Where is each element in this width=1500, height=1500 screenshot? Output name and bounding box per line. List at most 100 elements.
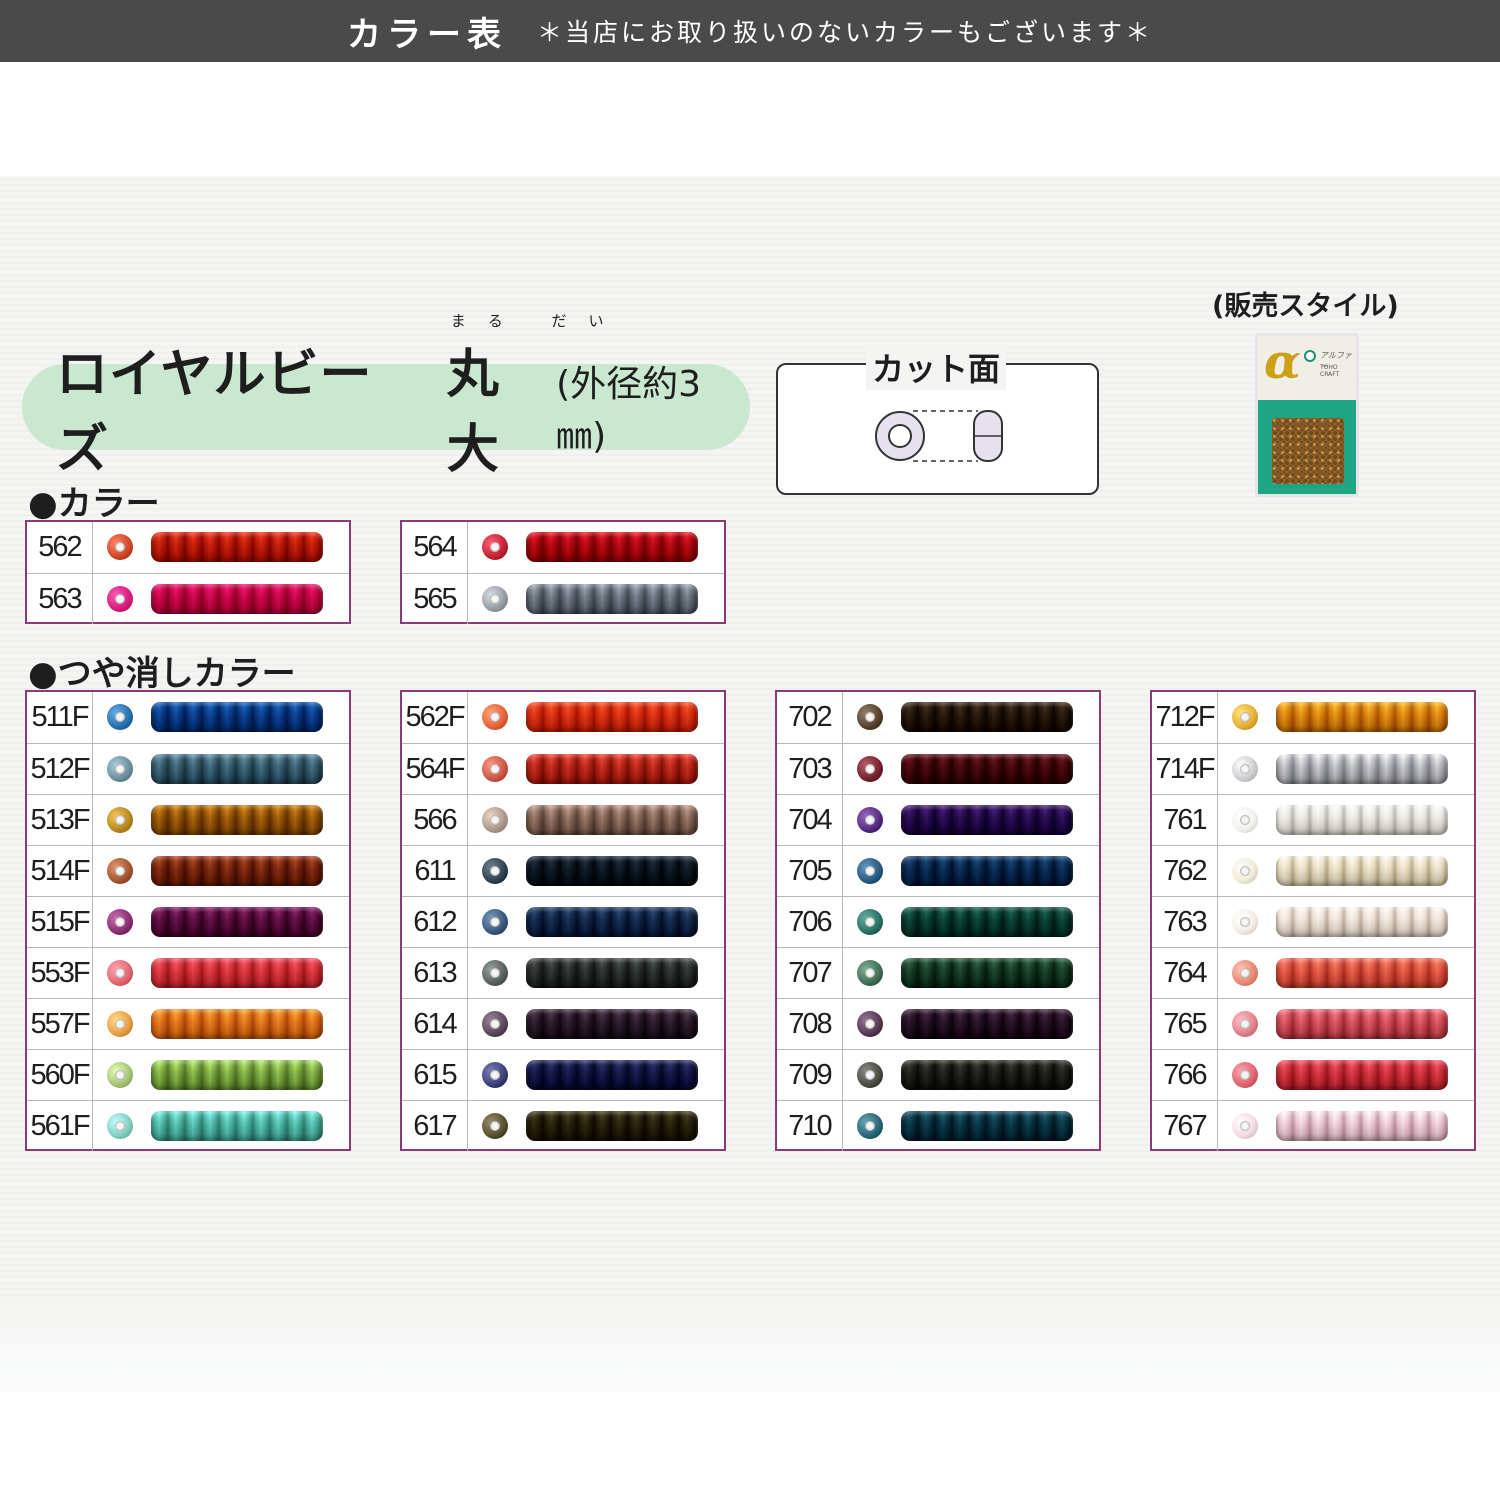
color-row: 766 [1152,1049,1474,1100]
bead-strand [526,805,698,835]
bead-icon [107,1011,133,1037]
color-row: 513F [27,794,349,845]
color-row: 560F [27,1049,349,1100]
header-title: カラー表 [346,14,507,55]
color-code: 767 [1152,1101,1218,1151]
bead-hole-icon [490,968,500,978]
color-table: 712F 714F 761 762 763 764 765 766 767 [1150,690,1476,1151]
package-image: α アルファー TOHO CRAFT [1255,333,1359,497]
color-row: 764 [1152,947,1474,998]
color-row: 710 [777,1100,1099,1151]
bead-hole-icon [865,815,875,825]
bead-icon [107,807,133,833]
bead-hole-icon [115,1070,125,1080]
bead-strand [901,1111,1073,1141]
color-code: 712F [1152,692,1218,743]
color-row: 707 [777,947,1099,998]
sale-style-label: (販売スタイル) [1212,291,1399,322]
bead-strand [151,907,323,937]
color-code: 562 [27,522,93,573]
package-header: α アルファー TOHO CRAFT [1258,336,1356,400]
bead-hole-icon [1240,1019,1250,1029]
product-title-banner: ロイヤルビーズ まる だい 丸大 (外径約3㎜) [22,312,750,480]
alpha-logo-icon: α [1264,334,1301,390]
color-code: 564F [402,744,468,794]
color-code: 766 [1152,1050,1218,1100]
color-code: 714F [1152,744,1218,794]
color-code: 561F [27,1101,93,1151]
color-table: 562F 564F 566 611 612 613 614 615 617 [400,690,726,1151]
color-row: 617 [402,1100,724,1151]
bead-hole-icon [115,764,125,774]
color-chart-page: カラー表 ＊当店にお取り扱いのないカラーもございます＊ ロイヤルビーズ まる だ… [0,0,1500,1500]
bead-icon [1232,1011,1258,1037]
bead-strand [151,754,323,784]
bead-hole-icon [1240,764,1250,774]
section-color: ●カラー [28,484,160,524]
color-row: 709 [777,1049,1099,1100]
color-row: 714F [1152,743,1474,794]
color-code: 710 [777,1101,843,1151]
product-name: ロイヤルビーズ [56,345,373,480]
bead-hole-icon [1240,712,1250,722]
color-row: 703 [777,743,1099,794]
color-code: 614 [402,999,468,1049]
bead-hole-icon [1240,1070,1250,1080]
bead-icon [482,960,508,986]
bead-strand [901,856,1073,886]
bead-icon [857,1062,883,1088]
bead-strand [1276,856,1448,886]
package-beads [1272,418,1344,484]
color-code: 513F [27,795,93,845]
bead-hole-icon [865,1121,875,1131]
bead-icon [1232,1062,1258,1088]
bead-icon [857,756,883,782]
color-code: 761 [1152,795,1218,845]
bead-icon [107,960,133,986]
bead-icon [482,704,508,730]
color-row: 612 [402,896,724,947]
bead-hole-icon [1240,815,1250,825]
color-row: 708 [777,998,1099,1049]
color-row: 762 [1152,845,1474,896]
color-row: 765 [1152,998,1474,1049]
bead-strand [526,907,698,937]
bead-hole-icon [490,1070,500,1080]
bead-icon [857,807,883,833]
product-size: (外径約3㎜) [556,364,702,457]
color-code: 553F [27,948,93,998]
bead-icon [482,807,508,833]
bead-icon [482,1011,508,1037]
bead-strand [526,754,698,784]
color-code: 764 [1152,948,1218,998]
bead-icon [857,909,883,935]
bead-strand [526,702,698,732]
bead-strand [526,1060,698,1090]
color-row: 613 [402,947,724,998]
color-code: 703 [777,744,843,794]
bead-hole-icon [490,815,500,825]
bead-hole-icon [115,866,125,876]
bead-icon [1232,756,1258,782]
color-code: 514F [27,846,93,896]
bead-strand [151,1009,323,1039]
bead-hole-icon [490,594,500,604]
color-row: 512F [27,743,349,794]
package-dot-icon [1304,350,1316,362]
bead-hole-icon [865,764,875,774]
color-code: 705 [777,846,843,896]
bead-strand [151,702,323,732]
bead-icon [1232,960,1258,986]
color-code: 762 [1152,846,1218,896]
bead-strand [1276,1111,1448,1141]
bead-icon [1232,807,1258,833]
color-row: 515F [27,896,349,947]
color-code: 566 [402,795,468,845]
bead-hole-icon [865,917,875,927]
bead-hole-icon [115,1121,125,1131]
bead-strand [151,1060,323,1090]
bead-icon [857,704,883,730]
color-code: 562F [402,692,468,743]
bead-hole-icon [865,1019,875,1029]
bead-hole-icon [865,866,875,876]
